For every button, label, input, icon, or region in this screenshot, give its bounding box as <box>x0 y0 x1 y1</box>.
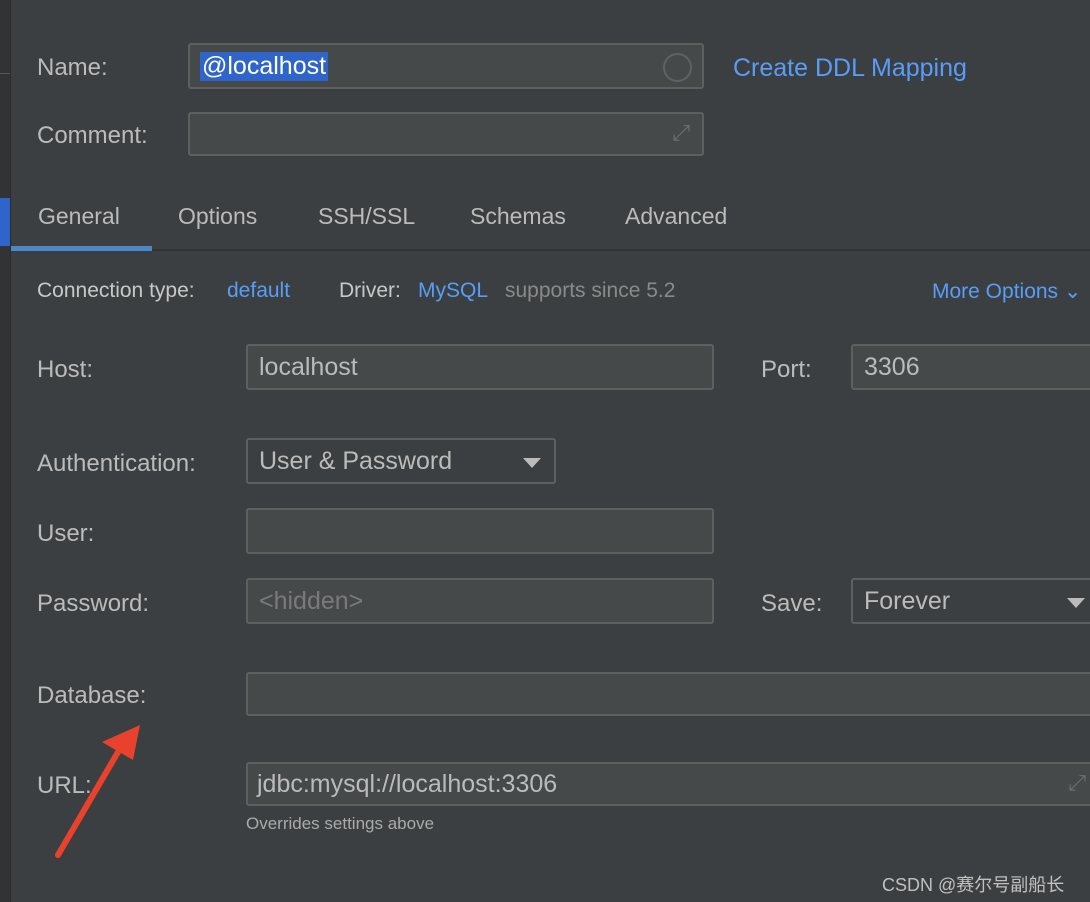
watermark: CSDN @赛尔号副船长 <box>882 875 1065 895</box>
annotation-arrow <box>55 725 140 858</box>
